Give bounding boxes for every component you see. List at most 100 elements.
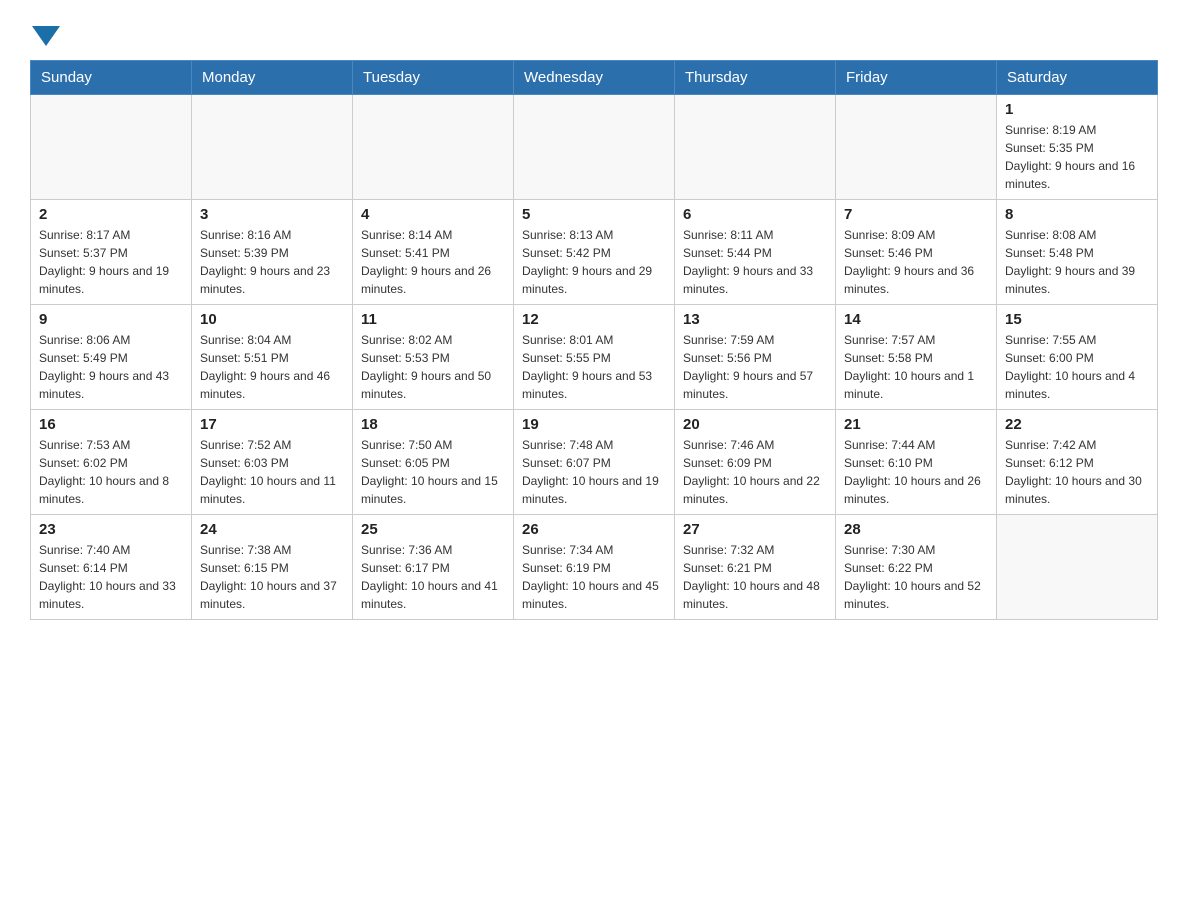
calendar-cell: 26 Sunrise: 7:34 AM Sunset: 6:19 PM Dayli…: [514, 515, 675, 620]
calendar-cell: 25 Sunrise: 7:36 AM Sunset: 6:17 PM Dayli…: [353, 515, 514, 620]
day-info: Sunrise: 7:42 AM Sunset: 6:12 PM Dayligh…: [1005, 436, 1149, 508]
column-header-monday: Monday: [192, 61, 353, 95]
calendar-cell: 6 Sunrise: 8:11 AM Sunset: 5:44 PM Daylig…: [675, 200, 836, 305]
day-number: 23: [39, 521, 183, 538]
day-number: 27: [683, 521, 827, 538]
day-info: Sunrise: 7:57 AM Sunset: 5:58 PM Dayligh…: [844, 331, 988, 403]
day-info: Sunrise: 8:06 AM Sunset: 5:49 PM Dayligh…: [39, 331, 183, 403]
day-info: Sunrise: 8:09 AM Sunset: 5:46 PM Dayligh…: [844, 226, 988, 298]
calendar-cell: 4Sunrise: 8:14 AM Sunset: 5:41 PM Daylig…: [353, 200, 514, 305]
day-info: Sunrise: 8:04 AM Sunset: 5:51 PM Dayligh…: [200, 331, 344, 403]
day-number: 25: [361, 521, 505, 538]
day-number: 17: [200, 416, 344, 433]
calendar-cell: 14 Sunrise: 7:57 AM Sunset: 5:58 PM Dayli…: [836, 305, 997, 410]
calendar-cell: 13 Sunrise: 7:59 AM Sunset: 5:56 PM Dayli…: [675, 305, 836, 410]
day-number: 14: [844, 311, 988, 328]
column-header-friday: Friday: [836, 61, 997, 95]
day-number: 13: [683, 311, 827, 328]
day-number: 8: [1005, 206, 1149, 223]
day-number: 1: [1005, 101, 1149, 118]
calendar-cell: 22 Sunrise: 7:42 AM Sunset: 6:12 PM Dayli…: [997, 410, 1158, 515]
calendar-cell: 11 Sunrise: 8:02 AM Sunset: 5:53 PM Dayli…: [353, 305, 514, 410]
day-info: Sunrise: 7:59 AM Sunset: 5:56 PM Dayligh…: [683, 331, 827, 403]
day-info: Sunrise: 8:16 AM Sunset: 5:39 PM Dayligh…: [200, 226, 344, 298]
day-info: Sunrise: 7:52 AM Sunset: 6:03 PM Dayligh…: [200, 436, 344, 508]
day-info: Sunrise: 8:11 AM Sunset: 5:44 PM Dayligh…: [683, 226, 827, 298]
day-info: Sunrise: 7:48 AM Sunset: 6:07 PM Dayligh…: [522, 436, 666, 508]
day-number: 12: [522, 311, 666, 328]
day-info: Sunrise: 7:50 AM Sunset: 6:05 PM Dayligh…: [361, 436, 505, 508]
calendar-cell: 2 Sunrise: 8:17 AM Sunset: 5:37 PM Daylig…: [31, 200, 192, 305]
day-info: Sunrise: 8:08 AM Sunset: 5:48 PM Dayligh…: [1005, 226, 1149, 298]
day-info: Sunrise: 8:02 AM Sunset: 5:53 PM Dayligh…: [361, 331, 505, 403]
day-number: 9: [39, 311, 183, 328]
calendar-cell: 27 Sunrise: 7:32 AM Sunset: 6:21 PM Dayli…: [675, 515, 836, 620]
column-header-saturday: Saturday: [997, 61, 1158, 95]
day-number: 28: [844, 521, 988, 538]
calendar-cell: 15 Sunrise: 7:55 AM Sunset: 6:00 PM Dayli…: [997, 305, 1158, 410]
day-number: 15: [1005, 311, 1149, 328]
calendar-table: SundayMondayTuesdayWednesdayThursdayFrid…: [30, 60, 1158, 620]
calendar-cell: 19 Sunrise: 7:48 AM Sunset: 6:07 PM Dayli…: [514, 410, 675, 515]
calendar-cell: 8 Sunrise: 8:08 AM Sunset: 5:48 PM Daylig…: [997, 200, 1158, 305]
calendar-cell: 24 Sunrise: 7:38 AM Sunset: 6:15 PM Dayli…: [192, 515, 353, 620]
day-number: 22: [1005, 416, 1149, 433]
day-number: 5: [522, 206, 666, 223]
day-number: 3: [200, 206, 344, 223]
calendar-cell: 1 Sunrise: 8:19 AM Sunset: 5:35 PM Daylig…: [997, 95, 1158, 200]
calendar-cell: [192, 95, 353, 200]
day-number: 7: [844, 206, 988, 223]
logo: [30, 20, 60, 44]
calendar-cell: 20 Sunrise: 7:46 AM Sunset: 6:09 PM Dayli…: [675, 410, 836, 515]
day-info: Sunrise: 7:44 AM Sunset: 6:10 PM Dayligh…: [844, 436, 988, 508]
calendar-cell: 10 Sunrise: 8:04 AM Sunset: 5:51 PM Dayli…: [192, 305, 353, 410]
day-info: Sunrise: 7:32 AM Sunset: 6:21 PM Dayligh…: [683, 541, 827, 613]
day-info: Sunrise: 8:19 AM Sunset: 5:35 PM Dayligh…: [1005, 121, 1149, 193]
calendar-cell: [31, 95, 192, 200]
calendar-cell: 17 Sunrise: 7:52 AM Sunset: 6:03 PM Dayli…: [192, 410, 353, 515]
day-info: Sunrise: 7:40 AM Sunset: 6:14 PM Dayligh…: [39, 541, 183, 613]
week-row-1: 1 Sunrise: 8:19 AM Sunset: 5:35 PM Daylig…: [31, 95, 1158, 200]
calendar-cell: 28Sunrise: 7:30 AM Sunset: 6:22 PM Dayli…: [836, 515, 997, 620]
week-row-4: 16 Sunrise: 7:53 AM Sunset: 6:02 PM Dayli…: [31, 410, 1158, 515]
day-number: 2: [39, 206, 183, 223]
day-info: Sunrise: 7:53 AM Sunset: 6:02 PM Dayligh…: [39, 436, 183, 508]
week-row-2: 2 Sunrise: 8:17 AM Sunset: 5:37 PM Daylig…: [31, 200, 1158, 305]
day-info: Sunrise: 7:36 AM Sunset: 6:17 PM Dayligh…: [361, 541, 505, 613]
day-number: 26: [522, 521, 666, 538]
column-header-thursday: Thursday: [675, 61, 836, 95]
calendar-cell: 23 Sunrise: 7:40 AM Sunset: 6:14 PM Dayli…: [31, 515, 192, 620]
calendar-cell: 3 Sunrise: 8:16 AM Sunset: 5:39 PM Daylig…: [192, 200, 353, 305]
calendar-cell: 18 Sunrise: 7:50 AM Sunset: 6:05 PM Dayli…: [353, 410, 514, 515]
column-header-wednesday: Wednesday: [514, 61, 675, 95]
calendar-cell: 12 Sunrise: 8:01 AM Sunset: 5:55 PM Dayli…: [514, 305, 675, 410]
day-number: 19: [522, 416, 666, 433]
calendar-header-row: SundayMondayTuesdayWednesdayThursdayFrid…: [31, 61, 1158, 95]
day-info: Sunrise: 8:17 AM Sunset: 5:37 PM Dayligh…: [39, 226, 183, 298]
day-number: 20: [683, 416, 827, 433]
page-header: [30, 20, 1158, 44]
calendar-cell: 9 Sunrise: 8:06 AM Sunset: 5:49 PM Daylig…: [31, 305, 192, 410]
day-number: 18: [361, 416, 505, 433]
logo-arrow-icon: [32, 26, 60, 46]
day-info: Sunrise: 7:55 AM Sunset: 6:00 PM Dayligh…: [1005, 331, 1149, 403]
week-row-3: 9 Sunrise: 8:06 AM Sunset: 5:49 PM Daylig…: [31, 305, 1158, 410]
calendar-cell: 21 Sunrise: 7:44 AM Sunset: 6:10 PM Dayli…: [836, 410, 997, 515]
calendar-cell: [514, 95, 675, 200]
day-number: 6: [683, 206, 827, 223]
column-header-tuesday: Tuesday: [353, 61, 514, 95]
day-number: 16: [39, 416, 183, 433]
calendar-cell: 16 Sunrise: 7:53 AM Sunset: 6:02 PM Dayli…: [31, 410, 192, 515]
day-number: 10: [200, 311, 344, 328]
day-info: Sunrise: 8:01 AM Sunset: 5:55 PM Dayligh…: [522, 331, 666, 403]
day-number: 4: [361, 206, 505, 223]
column-header-sunday: Sunday: [31, 61, 192, 95]
day-number: 11: [361, 311, 505, 328]
day-info: Sunrise: 7:34 AM Sunset: 6:19 PM Dayligh…: [522, 541, 666, 613]
calendar-cell: 7 Sunrise: 8:09 AM Sunset: 5:46 PM Daylig…: [836, 200, 997, 305]
calendar-cell: [353, 95, 514, 200]
day-info: Sunrise: 7:46 AM Sunset: 6:09 PM Dayligh…: [683, 436, 827, 508]
day-info: Sunrise: 7:38 AM Sunset: 6:15 PM Dayligh…: [200, 541, 344, 613]
day-number: 24: [200, 521, 344, 538]
day-number: 21: [844, 416, 988, 433]
